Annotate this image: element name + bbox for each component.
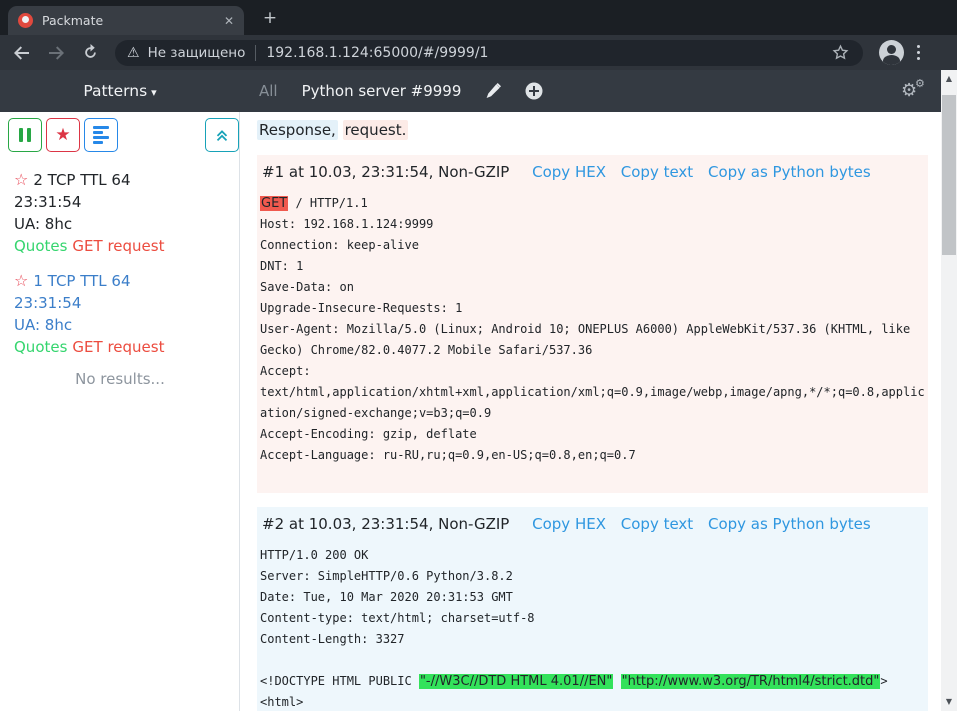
browser-tab-bar: Packmate ✕ + xyxy=(0,0,957,35)
edit-pencil-icon[interactable] xyxy=(485,83,501,99)
copy-text-link[interactable]: Copy text xyxy=(621,163,693,181)
copy-hex-link[interactable]: Copy HEX xyxy=(532,515,606,533)
browser-menu-icon[interactable] xyxy=(917,45,921,60)
address-bar[interactable]: ⚠ Не защищено 192.168.1.124:65000/#/9999… xyxy=(115,40,863,66)
stream-ua: UA: 8hc xyxy=(14,314,228,336)
stream-title: 2 TCP TTL 64 xyxy=(33,171,130,189)
profile-avatar-icon[interactable] xyxy=(879,40,904,65)
tab-close-icon[interactable]: ✕ xyxy=(224,14,234,28)
pause-capture-button[interactable] xyxy=(8,118,42,152)
tab-python-server[interactable]: Python server #9999 xyxy=(302,82,462,100)
stream-title: 1 TCP TTL 64 xyxy=(33,272,130,290)
bookmark-star-icon[interactable] xyxy=(829,42,851,64)
interface-tabs: All Python server #9999 xyxy=(259,82,543,100)
favorites-filter-button[interactable]: ★ xyxy=(46,118,80,152)
reload-icon[interactable] xyxy=(79,42,101,64)
copy-python-bytes-link[interactable]: Copy as Python bytes xyxy=(708,163,871,181)
packet-id: #2 at 10.03, 23:31:54, Non-GZIP xyxy=(262,515,509,533)
packet-view: Response, request. #1 at 10.03, 23:31:54… xyxy=(241,112,941,711)
copy-text-link[interactable]: Copy text xyxy=(621,515,693,533)
legend-response-chip: Response, xyxy=(257,120,338,140)
not-secure-warning-icon: ⚠ xyxy=(127,45,140,61)
packet-header: #2 at 10.03, 23:31:54, Non-GZIP Copy HEX… xyxy=(260,515,925,533)
packet-actions: Copy HEX Copy text Copy as Python bytes xyxy=(522,515,871,533)
copy-hex-link[interactable]: Copy HEX xyxy=(532,163,606,181)
packet-card-request: #1 at 10.03, 23:31:54, Non-GZIP Copy HEX… xyxy=(257,155,928,493)
url-text[interactable]: 192.168.1.124:65000/#/9999/1 xyxy=(266,45,829,61)
scroll-up-icon[interactable]: ▲ xyxy=(941,72,957,86)
packet-payload: HTTP/1.0 200 OKServer: SimpleHTTP/0.6 Py… xyxy=(260,545,925,711)
browser-toolbar: ⚠ Не защищено 192.168.1.124:65000/#/9999… xyxy=(0,35,957,70)
app-body: ★ ☆ 2 TCP TTL 64 23:31:54 UA: 8hc Quotes G… xyxy=(0,112,941,711)
caret-down-icon: ▾ xyxy=(151,86,157,99)
no-results-label: No results... xyxy=(0,370,240,388)
security-label[interactable]: Не защищено xyxy=(148,45,246,61)
packet-actions: Copy HEX Copy text Copy as Python bytes xyxy=(522,163,871,181)
app-navbar: Patterns ▾ All Python server #9999 ⚙⚙ xyxy=(0,70,941,112)
lines-icon xyxy=(93,126,109,144)
favorite-star-icon[interactable]: ☆ xyxy=(14,271,28,290)
star-icon: ★ xyxy=(55,127,70,144)
add-pattern-icon[interactable] xyxy=(525,82,543,100)
legend-request-chip: request. xyxy=(343,120,409,140)
new-tab-button[interactable]: + xyxy=(258,9,282,29)
browser-tab[interactable]: Packmate ✕ xyxy=(8,6,244,35)
packmate-favicon xyxy=(18,13,33,28)
forward-icon[interactable] xyxy=(45,42,67,64)
pattern-tag-quotes: Quotes xyxy=(14,338,67,356)
packet-card-response: #2 at 10.03, 23:31:54, Non-GZIP Copy HEX… xyxy=(257,507,928,711)
stream-time: 23:31:54 xyxy=(14,191,228,213)
patterns-dropdown[interactable]: Patterns ▾ xyxy=(0,82,240,100)
scrollbar-thumb[interactable] xyxy=(942,95,956,255)
back-icon[interactable] xyxy=(11,42,33,64)
copy-python-bytes-link[interactable]: Copy as Python bytes xyxy=(708,515,871,533)
tab-all[interactable]: All xyxy=(259,82,278,100)
pattern-tag-get-request: GET request xyxy=(72,237,164,255)
stream-list-item-selected[interactable]: ☆ 1 TCP TTL 64 23:31:54 UA: 8hc Quotes GET… xyxy=(14,270,228,358)
pattern-tag-quotes: Quotes xyxy=(14,237,67,255)
pattern-tag-get-request: GET request xyxy=(72,338,164,356)
packet-id: #1 at 10.03, 23:31:54, Non-GZIP xyxy=(262,163,509,181)
list-filter-button[interactable] xyxy=(84,118,118,152)
settings-gears-icon[interactable]: ⚙⚙ xyxy=(901,80,927,102)
collapse-sidebar-button[interactable] xyxy=(205,118,239,152)
stream-ua: UA: 8hc xyxy=(14,213,228,235)
packet-payload: GET / HTTP/1.1Host: 192.168.1.124:9999Co… xyxy=(260,193,925,466)
patterns-label: Patterns xyxy=(83,82,147,100)
stream-time: 23:31:54 xyxy=(14,292,228,314)
packet-header: #1 at 10.03, 23:31:54, Non-GZIP Copy HEX… xyxy=(260,163,925,181)
double-chevron-up-icon xyxy=(213,126,231,144)
pause-icon xyxy=(19,128,31,142)
sidebar-toolbar: ★ xyxy=(8,118,118,152)
favorite-star-icon[interactable]: ☆ xyxy=(14,170,28,189)
stream-sidebar: ★ ☆ 2 TCP TTL 64 23:31:54 UA: 8hc Quotes G… xyxy=(0,112,240,711)
omnibox-divider xyxy=(255,45,256,61)
browser-tab-title: Packmate xyxy=(42,13,224,28)
page-scrollbar[interactable]: ▲ ▼ xyxy=(941,70,957,711)
stream-list-item[interactable]: ☆ 2 TCP TTL 64 23:31:54 UA: 8hc Quotes GET… xyxy=(14,169,228,257)
scroll-down-icon[interactable]: ▼ xyxy=(941,695,957,709)
patterns-legend: Response, request. xyxy=(257,121,408,139)
